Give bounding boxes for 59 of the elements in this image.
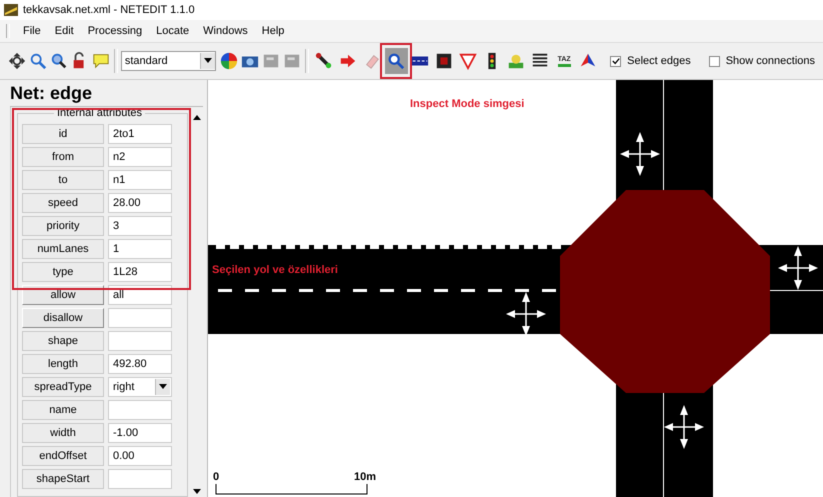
search-icon[interactable]	[384, 48, 408, 74]
attribute-field[interactable]: 2to1	[108, 124, 172, 144]
attribute-field[interactable]	[108, 400, 172, 420]
attribute-button[interactable]: disallow	[22, 308, 104, 328]
attribute-label: from	[22, 147, 104, 167]
highlight-frame	[380, 43, 412, 79]
attribute-label: endOffset	[22, 446, 104, 466]
attribute-field[interactable]: 3	[108, 216, 172, 236]
menu-item[interactable]: Processing	[86, 25, 144, 37]
attribute-label: shapeStart	[22, 469, 104, 489]
attribute-field[interactable]	[108, 308, 172, 328]
attribute-label: name	[22, 400, 104, 420]
attribute-field[interactable]: -1.00	[108, 423, 172, 443]
attribute-label: width	[22, 423, 104, 443]
attribute-label: numLanes	[22, 239, 104, 259]
attribute-field[interactable]: 492.80	[108, 354, 172, 374]
checkbox[interactable]	[708, 56, 720, 66]
menu-item[interactable]: Windows	[202, 25, 249, 37]
caret-icon	[159, 384, 167, 390]
annotation-label: Inspect Mode simgesi	[410, 98, 524, 110]
menu-item[interactable]: Locate	[155, 25, 190, 37]
attribute-field[interactable]: 1L28	[108, 262, 172, 282]
attribute-button[interactable]: allow	[22, 285, 104, 305]
attribute-dropdown[interactable]: right	[108, 377, 172, 397]
checkbox-label: Select edges	[627, 55, 691, 67]
checkbox[interactable]	[610, 56, 622, 66]
checkbox-label: Show connections	[726, 55, 815, 67]
attribute-label: id	[22, 124, 104, 144]
attribute-label: shape	[22, 331, 104, 351]
attribute-field[interactable]: n1	[108, 170, 172, 190]
scroll-down-icon[interactable]	[193, 489, 201, 495]
attribute-field[interactable]: all	[108, 285, 172, 305]
lane-arrows-icon	[620, 132, 660, 176]
attribute-label: length	[22, 354, 104, 374]
scale-label: 0	[213, 471, 220, 483]
menu-item[interactable]: File	[22, 25, 42, 37]
window-title: tekkavsak.net.xml - NETEDIT 1.1.0	[23, 4, 195, 16]
attribute-field[interactable]	[108, 331, 172, 351]
attribute-label: type	[22, 262, 104, 282]
attribute-field[interactable]: 28.00	[108, 193, 172, 213]
app-icon	[4, 4, 18, 16]
caret-icon	[204, 58, 212, 64]
attribute-field[interactable]: n2	[108, 147, 172, 167]
menu-item[interactable]: Edit	[54, 25, 75, 37]
attribute-field[interactable]	[108, 469, 172, 489]
lane-arrows-icon	[778, 246, 818, 290]
attribute-label: speed	[22, 193, 104, 213]
attribute-label: priority	[22, 216, 104, 236]
attribute-field[interactable]: 0.00	[108, 446, 172, 466]
lane-arrows-icon	[506, 292, 546, 336]
scheme-dropdown[interactable]: standard	[120, 51, 216, 71]
scale-label: 10m	[354, 471, 376, 483]
lane-arrows-icon	[664, 405, 704, 449]
menu-item[interactable]: Help	[260, 25, 286, 37]
scroll-up-icon[interactable]	[193, 115, 201, 121]
attribute-label: to	[22, 170, 104, 190]
annotation-label: Seçilen yol ve özellikleri	[212, 264, 338, 276]
attribute-label: spreadType	[22, 377, 104, 397]
attribute-field[interactable]: 1	[108, 239, 172, 259]
